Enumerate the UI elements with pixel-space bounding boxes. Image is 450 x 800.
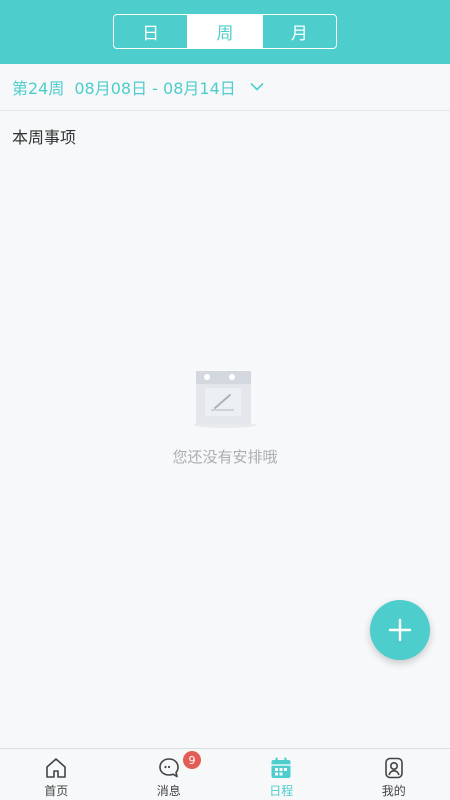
section-title: 本周事项 [12, 128, 77, 147]
profile-icon [384, 757, 403, 779]
tab-messages[interactable]: 消息 9 [113, 749, 226, 800]
tab-messages-label: 消息 [156, 784, 181, 798]
calendar-icon [271, 757, 291, 778]
chevron-down-icon[interactable] [250, 80, 264, 94]
tab-profile-label: 我的 [381, 784, 406, 798]
header: 日 周 月 [0, 0, 450, 64]
tab-profile[interactable]: 我的 [338, 749, 450, 800]
tab-schedule[interactable]: 日程 [225, 749, 338, 800]
view-switcher: 日 周 月 [113, 14, 337, 49]
home-icon [46, 758, 67, 778]
week-selector[interactable]: 第24周 08月08日 - 08月14日 [0, 64, 450, 111]
week-date-range: 08月08日 - 08月14日 [74, 79, 236, 98]
tab-month[interactable]: 月 [261, 15, 336, 48]
empty-message: 您还没有安排哦 [172, 448, 278, 466]
empty-state: 您还没有安排哦 [0, 368, 450, 467]
message-icon [158, 758, 179, 778]
bottom-tabbar: 首页 消息 9 日程 我的 [0, 748, 450, 800]
plus-icon [388, 618, 412, 642]
tab-schedule-label: 日程 [269, 784, 294, 798]
calendar-edit-icon [194, 371, 256, 428]
tab-home-label: 首页 [44, 784, 69, 798]
add-event-button[interactable] [370, 600, 430, 660]
unread-badge: 9 [183, 751, 201, 769]
tab-day[interactable]: 日 [114, 15, 187, 48]
tab-home[interactable]: 首页 [0, 749, 113, 800]
week-number: 第24周 [12, 79, 65, 98]
tab-week[interactable]: 周 [187, 15, 262, 48]
